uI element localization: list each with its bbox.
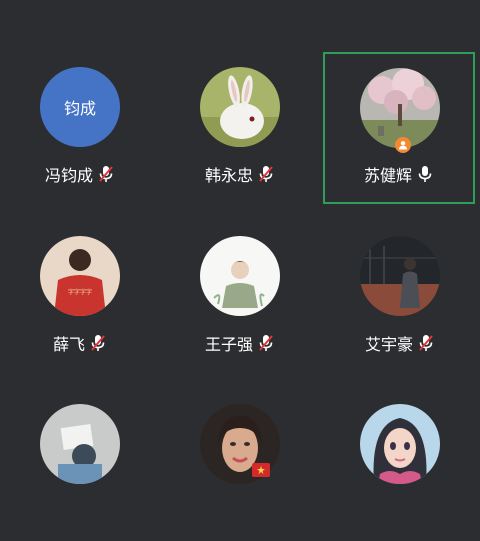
participant-name: 冯钧成 (44, 166, 93, 185)
participant-tile[interactable]: 钧成 冯钧成 (4, 52, 156, 204)
flag-badge (252, 463, 270, 477)
avatar (360, 404, 440, 484)
participant-name-row: 韩永忠 (164, 162, 316, 186)
participant-tile[interactable] (324, 389, 476, 541)
anime-girl-photo (360, 404, 440, 484)
svg-text:字字字字: 字字字字 (68, 288, 92, 296)
participant-tile[interactable]: 艾宇豪 (324, 221, 476, 373)
mic-muted-icon (417, 333, 435, 353)
participant-name-row: 薛飞 (4, 331, 156, 355)
avatar: 钧成 (40, 67, 120, 147)
mic-muted-icon (97, 164, 115, 184)
participant-name: 韩永忠 (204, 166, 253, 185)
participant-tile-active-speaker[interactable]: 苏健辉 (323, 52, 475, 204)
participant-name-row: 王子强 (164, 331, 316, 355)
participant-tile[interactable]: 王子强 (164, 221, 316, 373)
boy-sketch-photo (200, 236, 280, 316)
rabbit-photo (200, 67, 280, 147)
participant-tile[interactable] (4, 389, 156, 541)
mic-muted-icon (257, 333, 275, 353)
participant-name-row: 苏健辉 (323, 162, 475, 186)
participant-name: 薛飞 (52, 335, 85, 354)
blossom-tree-photo (360, 68, 440, 148)
mic-icon (416, 164, 434, 184)
participant-name-row: 艾宇豪 (324, 331, 476, 355)
court-night-photo (360, 236, 440, 316)
participant-name: 苏健辉 (363, 166, 412, 185)
star-icon (257, 466, 265, 474)
avatar (40, 404, 120, 484)
reader-photo (40, 404, 120, 484)
participant-name: 艾宇豪 (364, 335, 413, 354)
participant-name-row: 冯钧成 (4, 162, 156, 186)
host-person-icon (399, 141, 407, 150)
participant-tile[interactable]: 韩永忠 (164, 52, 316, 204)
avatar: 字字字字 (40, 236, 120, 316)
participant-name: 王子强 (204, 335, 253, 354)
mic-muted-icon (257, 164, 275, 184)
participant-grid: 钧成 冯钧成 韩永忠 苏健辉 字字字字 薛飞 王子强 艾宇豪 (0, 0, 480, 484)
avatar (200, 67, 280, 147)
avatar (360, 236, 440, 316)
participant-tile[interactable]: 字字字字 薛飞 (4, 221, 156, 373)
mic-muted-icon (89, 333, 107, 353)
avatar-initials: 钧成 (63, 99, 96, 118)
avatar (200, 236, 280, 316)
host-badge (395, 137, 411, 153)
avatar (360, 68, 440, 148)
participant-tile[interactable] (164, 389, 316, 541)
red-shirt-photo: 字字字字 (40, 236, 120, 316)
